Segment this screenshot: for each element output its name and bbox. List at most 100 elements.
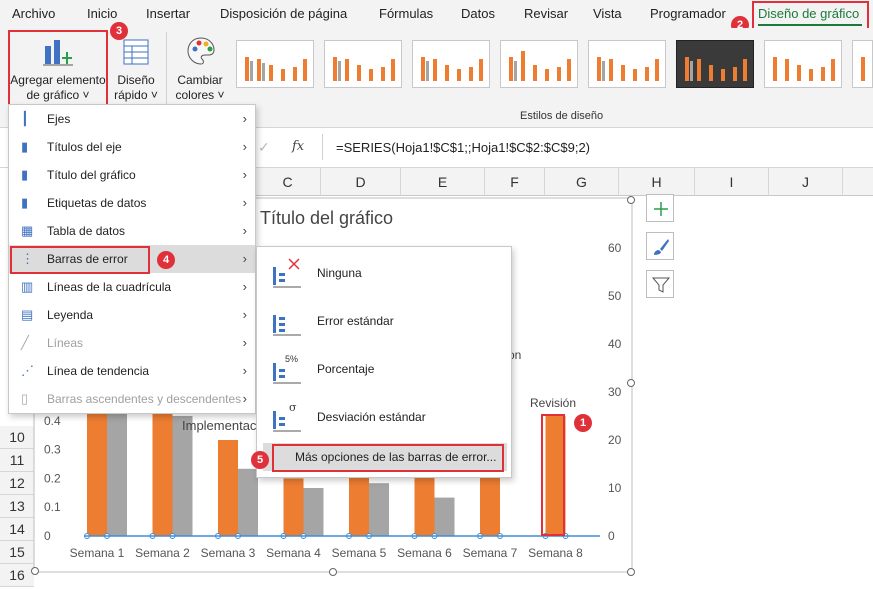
badge-4: 4 xyxy=(157,251,175,269)
tab-programador[interactable]: Programador xyxy=(650,6,726,21)
submenu-item-percentage[interactable]: 5% Porcentaje xyxy=(257,345,511,393)
menu-item-gridlines[interactable]: ▥ Líneas de la cuadrícula › xyxy=(9,273,255,301)
filter-icon xyxy=(652,277,670,293)
tab-datos[interactable]: Datos xyxy=(461,6,495,21)
left-axis-tick-label: 0.2 xyxy=(44,471,61,485)
menu-item-data-labels[interactable]: ▮ Etiquetas de datos › xyxy=(9,189,255,217)
menu-item-label: Tabla de datos xyxy=(47,224,126,238)
highlight-add-element xyxy=(8,30,108,106)
formula-input[interactable]: =SERIES(Hoja1!$C$1;;Hoja1!$C$2:$C$9;2) xyxy=(336,140,590,155)
chevron-right-icon: › xyxy=(242,307,247,322)
submenu-item-standard-error[interactable]: Error estándar xyxy=(257,297,511,345)
bar-series2 xyxy=(369,483,389,536)
menu-item-label: Líneas de la cuadrícula xyxy=(47,280,172,294)
chart-styles-button[interactable] xyxy=(646,232,674,260)
error-bars-percent-icon: 5% xyxy=(273,354,301,384)
ribbon-tab-bar: Archivo Inicio Insertar Disposición de p… xyxy=(0,0,873,34)
submenu-label-std-deviation: Desviación estándar xyxy=(317,410,426,424)
chevron-right-icon: › xyxy=(242,279,247,294)
chart-style-thumb-1[interactable] xyxy=(236,40,314,88)
highlight-error-bars xyxy=(10,246,150,274)
tab-revisar[interactable]: Revisar xyxy=(524,6,568,21)
chart-style-thumb-6[interactable] xyxy=(676,40,754,88)
bar-series1 xyxy=(283,478,304,536)
right-axis-tick-label: 10 xyxy=(608,481,622,495)
trendline-icon: ⋰ xyxy=(21,363,34,378)
chart-style-thumb-8[interactable] xyxy=(852,40,873,88)
chevron-right-icon: › xyxy=(242,195,247,210)
x-axis-tick-label: Semana 5 xyxy=(332,546,387,560)
highlight-week8-bar xyxy=(541,414,565,536)
left-axis-tick-label: 0 xyxy=(44,529,51,543)
annotation-revision: Revisión xyxy=(530,396,576,410)
sigma-icon-text: σ xyxy=(289,401,297,414)
submenu-label-standard-error: Error estándar xyxy=(317,314,394,328)
tab-formulas[interactable]: Fórmulas xyxy=(379,6,433,21)
error-bars-standard-icon xyxy=(273,315,301,336)
right-axis-tick-label: 60 xyxy=(608,241,622,255)
resize-handle-bl xyxy=(31,567,39,575)
chevron-right-icon: › xyxy=(242,139,247,154)
quick-layout-button[interactable]: Diseño rápido ˅ xyxy=(110,30,162,104)
enter-check-icon[interactable]: ✓ xyxy=(258,139,270,156)
gridlines-icon: ▥ xyxy=(21,279,34,294)
styles-group-label: Estilos de diseño xyxy=(520,110,604,122)
column-header-e[interactable]: E xyxy=(401,168,485,196)
submenu-item-std-deviation[interactable]: σ Desviación estándar xyxy=(257,393,511,441)
tab-archivo[interactable]: Archivo xyxy=(12,6,55,21)
data-table-icon: ▦ xyxy=(21,223,34,238)
quick-layout-icon xyxy=(123,39,149,65)
palette-icon xyxy=(187,37,215,65)
percent-icon-text: 5% xyxy=(285,354,298,364)
tab-inicio[interactable]: Inicio xyxy=(87,6,117,21)
menu-item-chart-title[interactable]: ▮ Título del gráfico › xyxy=(9,161,255,189)
left-axis-tick-label: 0.1 xyxy=(44,500,61,514)
badge-1: 1 xyxy=(574,414,592,432)
tab-vista[interactable]: Vista xyxy=(593,6,622,21)
menu-item-label: Títulos del eje xyxy=(47,140,122,154)
submenu-label-none: Ninguna xyxy=(317,266,362,280)
menu-item-axes[interactable]: ┃ Ejes › xyxy=(9,105,255,133)
menu-item-label: Líneas xyxy=(47,336,84,350)
right-axis-tick-label: 50 xyxy=(608,289,622,303)
x-axis-tick-label: Semana 3 xyxy=(201,546,256,560)
tab-disposicion[interactable]: Disposición de página xyxy=(220,6,347,21)
bar-series1 xyxy=(152,411,173,536)
menu-item-axis-titles[interactable]: ▮ Títulos del eje › xyxy=(9,133,255,161)
column-header-g[interactable]: G xyxy=(545,168,619,196)
chart-title-icon: ▮ xyxy=(21,167,29,182)
chart-style-thumb-5[interactable] xyxy=(588,40,666,88)
quick-layout-label-1: Diseño xyxy=(117,73,155,87)
chart-style-thumb-3[interactable] xyxy=(412,40,490,88)
column-header-c[interactable]: C xyxy=(255,168,321,196)
chevron-right-icon: › xyxy=(242,223,247,238)
chevron-right-icon: › xyxy=(242,391,247,406)
submenu-item-none[interactable]: Ninguna xyxy=(257,249,511,297)
menu-item-label: Leyenda xyxy=(47,308,94,322)
error-bars-sigma-icon: σ xyxy=(273,401,301,432)
menu-item-data-table[interactable]: ▦ Tabla de datos › xyxy=(9,217,255,245)
column-header-d[interactable]: D xyxy=(321,168,401,196)
column-header-i[interactable]: I xyxy=(695,168,769,196)
resize-handle-bc xyxy=(329,568,337,576)
column-header-f[interactable]: F xyxy=(485,168,545,196)
chart-style-thumb-2[interactable] xyxy=(324,40,402,88)
menu-item-up-down-bars: ▯ Barras ascendentes y descendentes › xyxy=(9,385,255,413)
tab-insertar[interactable]: Insertar xyxy=(146,6,190,21)
chart-style-thumb-7[interactable] xyxy=(764,40,842,88)
resize-handle-tr xyxy=(627,196,635,204)
menu-item-trendline[interactable]: ⋰ Línea de tendencia › xyxy=(9,357,255,385)
column-header-h[interactable]: H xyxy=(619,168,695,196)
fx-icon[interactable]: fx xyxy=(292,139,304,154)
column-header-k[interactable] xyxy=(843,168,873,196)
chart-style-thumb-4[interactable] xyxy=(500,40,578,88)
chart-filters-button[interactable] xyxy=(646,270,674,298)
formula-divider xyxy=(322,134,323,160)
lines-icon: ╱ xyxy=(21,335,29,350)
menu-item-legend[interactable]: ▤ Leyenda › xyxy=(9,301,255,329)
data-labels-icon: ▮ xyxy=(21,195,29,210)
change-colors-button[interactable]: Cambiar colores ˅ xyxy=(172,30,228,104)
column-header-j[interactable]: J xyxy=(769,168,843,196)
highlight-more-options xyxy=(272,444,504,472)
chart-elements-button[interactable] xyxy=(646,194,674,222)
